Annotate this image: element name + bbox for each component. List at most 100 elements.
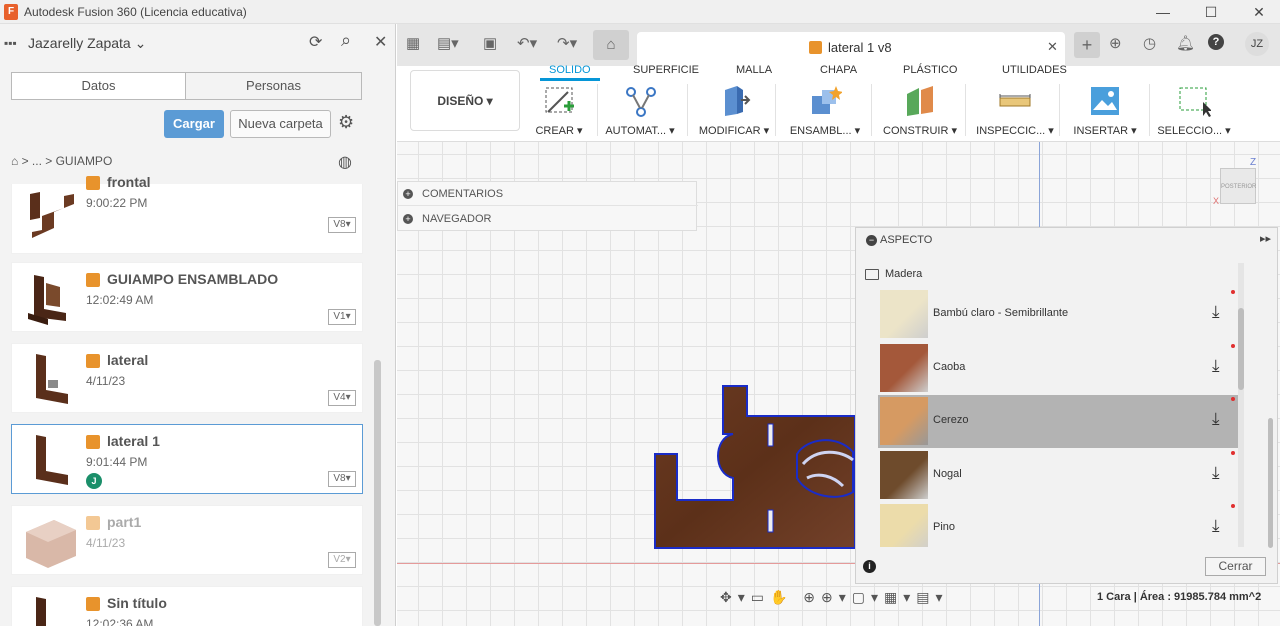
- download-icon[interactable]: ⤓: [1212, 463, 1220, 483]
- version-badge[interactable]: V2▾: [328, 552, 356, 568]
- status-dot: [1231, 504, 1235, 508]
- automate-icon: [623, 84, 657, 118]
- list-scrollbar[interactable]: [374, 360, 381, 626]
- modify-icon: [717, 84, 751, 118]
- design-cube-icon: [86, 273, 100, 287]
- close-panel-icon[interactable]: ✕: [374, 32, 387, 52]
- material-item[interactable]: Pino ⤓: [878, 502, 1238, 547]
- upload-button[interactable]: Cargar: [164, 110, 224, 138]
- minimize-button[interactable]: —: [1148, 2, 1178, 22]
- list-item-part1[interactable]: part1 4/11/23 V2▾: [11, 505, 363, 575]
- list-item-sin-titulo[interactable]: Sin título 12:02:36 AM: [11, 586, 363, 626]
- undo-icon[interactable]: ↶▾: [517, 34, 537, 52]
- create-tool[interactable]: CREAR ▾: [519, 82, 599, 140]
- list-item-guiampo-ensamblado[interactable]: GUIAMPO ENSAMBLADO 12:02:49 AM V1▾: [11, 262, 363, 332]
- search-icon[interactable]: ⌕: [341, 30, 351, 51]
- document-tab[interactable]: lateral 1 v8 ✕: [637, 32, 1065, 66]
- navegador-panel[interactable]: + NAVEGADOR: [398, 207, 698, 231]
- design-cube-icon: [86, 176, 100, 190]
- guiampo-ensamblado-thumbnail: [28, 275, 66, 325]
- assemble-tool[interactable]: ENSAMBL... ▾: [785, 82, 865, 140]
- app-grid-icon[interactable]: ▦: [406, 34, 420, 52]
- list-item-lateral-1[interactable]: lateral 1 9:01:44 PM J V8▾: [11, 424, 363, 494]
- version-badge[interactable]: V8▾: [328, 217, 356, 233]
- redo-icon[interactable]: ↷▾: [557, 34, 577, 52]
- version-badge[interactable]: V8▾: [328, 471, 356, 487]
- tab-solido[interactable]: SOLIDO: [549, 64, 591, 76]
- tab-personas[interactable]: Personas: [185, 72, 362, 100]
- tab-chapa[interactable]: CHAPA: [820, 64, 857, 76]
- globe-icon[interactable]: ◍: [338, 152, 352, 172]
- folder-label[interactable]: Madera: [885, 268, 922, 280]
- item-time: 4/11/23: [86, 536, 126, 550]
- document-tab-bar: ▦ ▤▾ ▣ ↶▾ ↷▾ ⌂ lateral 1 v8 ✕ + ⊕ ◷ 🔔︎ ?…: [397, 24, 1280, 66]
- aspecto-panel: − ASPECTO ▸▸ Madera Bambú claro - Semibr…: [855, 227, 1278, 584]
- download-icon[interactable]: ⤓: [1212, 356, 1220, 376]
- material-item-selected[interactable]: Cerezo ⤓: [878, 395, 1238, 448]
- app-window: F Autodesk Fusion 360 (Licencia educativ…: [0, 0, 1280, 626]
- team-icon: ▪▪▪: [4, 36, 17, 50]
- new-tab-icon[interactable]: +: [1074, 32, 1100, 58]
- extensions-icon[interactable]: ⊕: [1109, 34, 1122, 52]
- item-time: 9:01:44 PM: [86, 455, 148, 469]
- close-window-button[interactable]: ✕: [1244, 2, 1274, 22]
- tab-malla[interactable]: MALLA: [736, 64, 772, 76]
- construct-tool[interactable]: CONSTRUIR ▾: [880, 82, 960, 140]
- cerrar-button[interactable]: Cerrar: [1205, 557, 1266, 576]
- part1-thumbnail: [26, 520, 76, 568]
- download-icon[interactable]: ⤓: [1212, 409, 1220, 429]
- tab-superficie[interactable]: SUPERFICIE: [633, 64, 699, 76]
- inspect-ruler-icon: [998, 84, 1032, 118]
- insert-tool[interactable]: INSERTAR ▾: [1065, 82, 1145, 140]
- home-tab-icon[interactable]: ⌂: [593, 30, 629, 60]
- browser-panels: + COMENTARIOS + NAVEGADOR: [397, 181, 698, 231]
- user-avatar[interactable]: JZ: [1245, 32, 1269, 56]
- modify-tool[interactable]: MODIFICAR ▾: [694, 82, 774, 140]
- file-menu-icon[interactable]: ▤▾: [437, 34, 459, 52]
- material-swatch: [880, 290, 928, 338]
- inspect-tool[interactable]: INSPECCIC... ▾: [975, 82, 1055, 140]
- tab-datos[interactable]: Datos: [11, 72, 186, 100]
- gear-icon[interactable]: ⚙: [338, 112, 354, 133]
- help-icon[interactable]: ?: [1208, 34, 1224, 50]
- panel-scrollbar[interactable]: [1268, 418, 1273, 548]
- user-selector[interactable]: Jazarelly Zapata ⌄: [28, 35, 146, 52]
- tab-plastico[interactable]: PLÁSTICO: [903, 64, 957, 76]
- material-item[interactable]: Nogal ⤓: [878, 449, 1238, 502]
- automate-tool[interactable]: AUTOMAT... ▾: [600, 82, 680, 140]
- version-badge[interactable]: V1▾: [328, 309, 356, 325]
- item-name: GUIAMPO ENSAMBLADO: [107, 271, 279, 287]
- tab-utilidades[interactable]: UTILIDADES: [1002, 64, 1067, 76]
- breadcrumb[interactable]: ⌂ > ... > GUIAMPO: [11, 154, 112, 168]
- material-name: Nogal: [933, 468, 962, 480]
- material-scroll-track[interactable]: [1238, 263, 1244, 547]
- navigation-toolbar[interactable]: ✥▾▭✋ ⊕⊕▾▢▾▦▾▤▾: [720, 589, 949, 606]
- assemble-icon: [808, 84, 843, 118]
- maximize-button[interactable]: ☐: [1196, 2, 1226, 22]
- material-item[interactable]: Bambú claro - Semibrillante ⤓: [878, 288, 1238, 341]
- create-sketch-icon: [542, 84, 576, 118]
- select-tool[interactable]: SELECCIO... ▾: [1154, 82, 1234, 140]
- collapse-icon[interactable]: −: [866, 235, 877, 246]
- list-item-lateral[interactable]: lateral 4/11/23 V4▾: [11, 343, 363, 413]
- material-item[interactable]: Caoba ⤓: [878, 342, 1238, 395]
- workspace-selector[interactable]: DISEÑO ▾: [410, 70, 520, 131]
- lateral-thumbnail: [36, 354, 68, 404]
- viewcube-x-label: X: [1213, 196, 1220, 206]
- refresh-icon[interactable]: ⟳: [309, 32, 322, 52]
- version-badge[interactable]: V4▾: [328, 390, 356, 406]
- notifications-icon[interactable]: 🔔︎: [1176, 34, 1195, 52]
- material-swatch: [880, 451, 928, 499]
- save-icon[interactable]: ▣: [483, 34, 497, 52]
- material-scroll-thumb[interactable]: [1238, 308, 1244, 390]
- comentarios-panel[interactable]: + COMENTARIOS: [398, 182, 698, 206]
- download-icon[interactable]: ⤓: [1212, 516, 1220, 536]
- info-icon[interactable]: i: [863, 560, 876, 573]
- download-icon[interactable]: ⤓: [1212, 302, 1220, 322]
- expand-panel-icon[interactable]: ▸▸: [1260, 232, 1271, 245]
- list-item-frontal[interactable]: frontal 9:00:22 PM V8▾: [11, 174, 363, 254]
- new-folder-button[interactable]: Nueva carpeta: [230, 110, 331, 138]
- close-tab-icon[interactable]: ✕: [1047, 39, 1058, 55]
- job-status-icon[interactable]: ◷: [1143, 34, 1156, 52]
- viewcube[interactable]: POSTERIOR: [1220, 168, 1256, 204]
